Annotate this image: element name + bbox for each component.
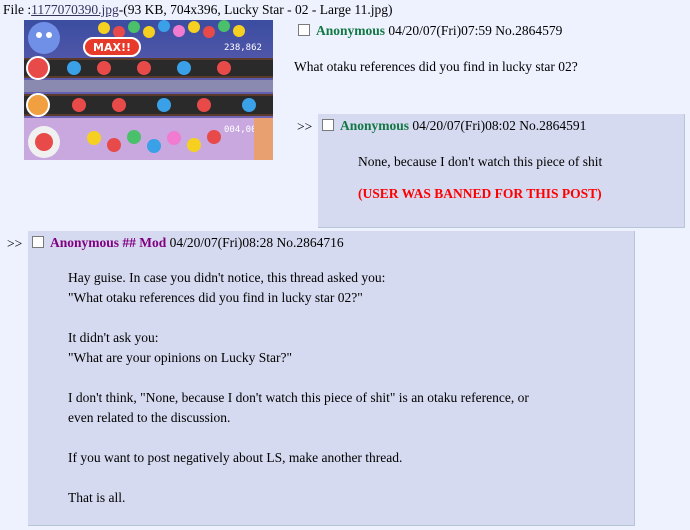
comment-line: Hay guise. In case you didn't notice, th… xyxy=(68,270,386,285)
comment-line: I don't think, "None, because I don't wa… xyxy=(68,390,529,405)
file-link[interactable]: 1177070390.jpg xyxy=(31,2,119,17)
svg-text:238,862: 238,862 xyxy=(224,43,262,53)
reply1-datetime: 04/20/07(Fri)08:02 xyxy=(412,118,516,133)
op-datetime: 04/20/07(Fri)07:59 xyxy=(388,23,492,38)
reply1-post-number[interactable]: No.2864591 xyxy=(519,118,586,133)
reply2-comment: Hay guise. In case you didn't notice, th… xyxy=(68,268,628,508)
ban-notice: (USER WAS BANNED FOR THIS POST) xyxy=(358,186,602,201)
reply-post-1: Anonymous 04/20/07(Fri)08:02 No.2864591 … xyxy=(318,114,685,228)
reply2-quote-marker: >> xyxy=(7,236,23,251)
comment-line: "What are your opinions on Lucky Star?" xyxy=(68,350,292,365)
file-prefix: File : xyxy=(3,2,32,17)
svg-text:MAX!!: MAX!! xyxy=(93,41,131,54)
reply2-poster-name: Anonymous xyxy=(50,235,120,250)
reply2-datetime: 04/20/07(Fri)08:28 xyxy=(169,235,274,250)
mod-capcode: ## Mod xyxy=(122,235,167,250)
comment-line: That is all. xyxy=(68,490,126,505)
reply-post-2: Anonymous ## Mod 04/20/07(Fri)08:28 No.2… xyxy=(28,231,635,526)
reply2-delete-checkbox[interactable] xyxy=(32,236,44,248)
comment-line: "What otaku references did you find in l… xyxy=(68,290,363,305)
reply2-post-number[interactable]: No.2864716 xyxy=(277,235,344,250)
post-thumbnail[interactable]: MAX!! 238,862 004,008 xyxy=(24,20,273,160)
reply1-header: Anonymous 04/20/07(Fri)08:02 No.2864591 xyxy=(322,118,586,134)
reply2-header: Anonymous ## Mod 04/20/07(Fri)08:28 No.2… xyxy=(32,235,344,251)
reply1-delete-checkbox[interactable] xyxy=(322,119,334,131)
comment-line: It didn't ask you: xyxy=(68,330,159,345)
comment-line: If you want to post negatively about LS,… xyxy=(68,450,403,465)
reply1-poster-name: Anonymous xyxy=(340,118,410,133)
reply1-comment-text: None, because I don't watch this piece o… xyxy=(358,154,603,169)
file-meta: -(93 KB, 704x396, Lucky Star - 02 - Larg… xyxy=(118,2,393,17)
reply1-comment: None, because I don't watch this piece o… xyxy=(358,152,678,204)
reply1-quote-marker: >> xyxy=(297,119,313,134)
op-delete-checkbox[interactable] xyxy=(298,24,310,36)
op-post-header: Anonymous 04/20/07(Fri)07:59 No.2864579 xyxy=(298,23,562,39)
op-comment: What otaku references did you find in lu… xyxy=(294,59,578,74)
thumbnail-image: MAX!! 238,862 004,008 xyxy=(24,20,273,160)
op-poster-name: Anonymous xyxy=(316,23,386,38)
op-post-number[interactable]: No.2864579 xyxy=(495,23,562,38)
comment-line: even related to the discussion. xyxy=(68,410,231,425)
file-info: File :1177070390.jpg-(93 KB, 704x396, Lu… xyxy=(3,2,392,18)
